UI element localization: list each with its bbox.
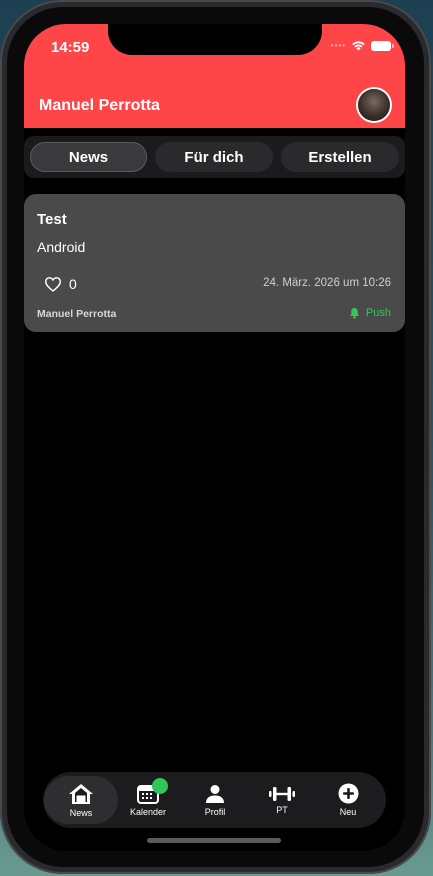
- tab-label-news: News: [69, 807, 93, 818]
- plus-circle-icon: [338, 783, 358, 804]
- push-indicator: Push: [349, 307, 391, 319]
- bell-icon: [349, 307, 360, 319]
- card-title: Test: [37, 211, 67, 228]
- avatar[interactable]: [358, 89, 390, 121]
- tab-label-profil: Profil: [204, 806, 226, 817]
- like-count: 0: [69, 276, 77, 292]
- tab-profil[interactable]: Profil: [182, 772, 248, 828]
- cellular-signal-icon: ••••: [330, 41, 346, 50]
- news-card[interactable]: Test Android 0 24. März. 2026 um 10:26 M…: [24, 194, 405, 332]
- segment-news[interactable]: News: [30, 142, 147, 172]
- notification-badge: [152, 778, 168, 794]
- tab-label-neu: Neu: [339, 807, 357, 817]
- status-icons: ••••: [330, 40, 394, 51]
- home-icon: [69, 783, 93, 804]
- app-header: 14:59 •••• Manuel Perrotta: [24, 24, 405, 128]
- tab-neu[interactable]: Neu: [315, 772, 381, 828]
- dumbbell-icon: [269, 786, 295, 801]
- push-label: Push: [365, 307, 391, 319]
- tab-pt[interactable]: PT: [249, 772, 315, 828]
- status-time: 14:59: [51, 39, 90, 56]
- card-date: 24. März. 2026 um 10:26: [263, 277, 391, 289]
- segment-control: News Für dich Erstellen: [24, 136, 405, 178]
- notch: [108, 24, 322, 55]
- person-icon: [206, 784, 224, 803]
- home-indicator: [147, 838, 281, 843]
- tab-news[interactable]: News: [44, 772, 118, 828]
- bottom-tab-bar: News Kalender Profil PT Neu: [43, 772, 386, 828]
- card-subtitle: Android: [37, 239, 86, 255]
- segment-erstellen[interactable]: Erstellen: [281, 142, 399, 172]
- segment-fuer-dich[interactable]: Für dich: [155, 142, 273, 172]
- app-screen: 14:59 •••• Manuel Perrotta News Für dich…: [24, 24, 405, 851]
- wifi-icon: [352, 41, 365, 51]
- page-title: Manuel Perrotta: [39, 97, 160, 114]
- tab-label-pt: PT: [276, 804, 288, 815]
- heart-icon[interactable]: [44, 276, 62, 292]
- tab-kalender[interactable]: Kalender: [115, 772, 181, 828]
- tab-label-kalender: Kalender: [129, 806, 167, 817]
- battery-icon: [371, 40, 394, 51]
- card-author: Manuel Perrotta: [37, 308, 117, 320]
